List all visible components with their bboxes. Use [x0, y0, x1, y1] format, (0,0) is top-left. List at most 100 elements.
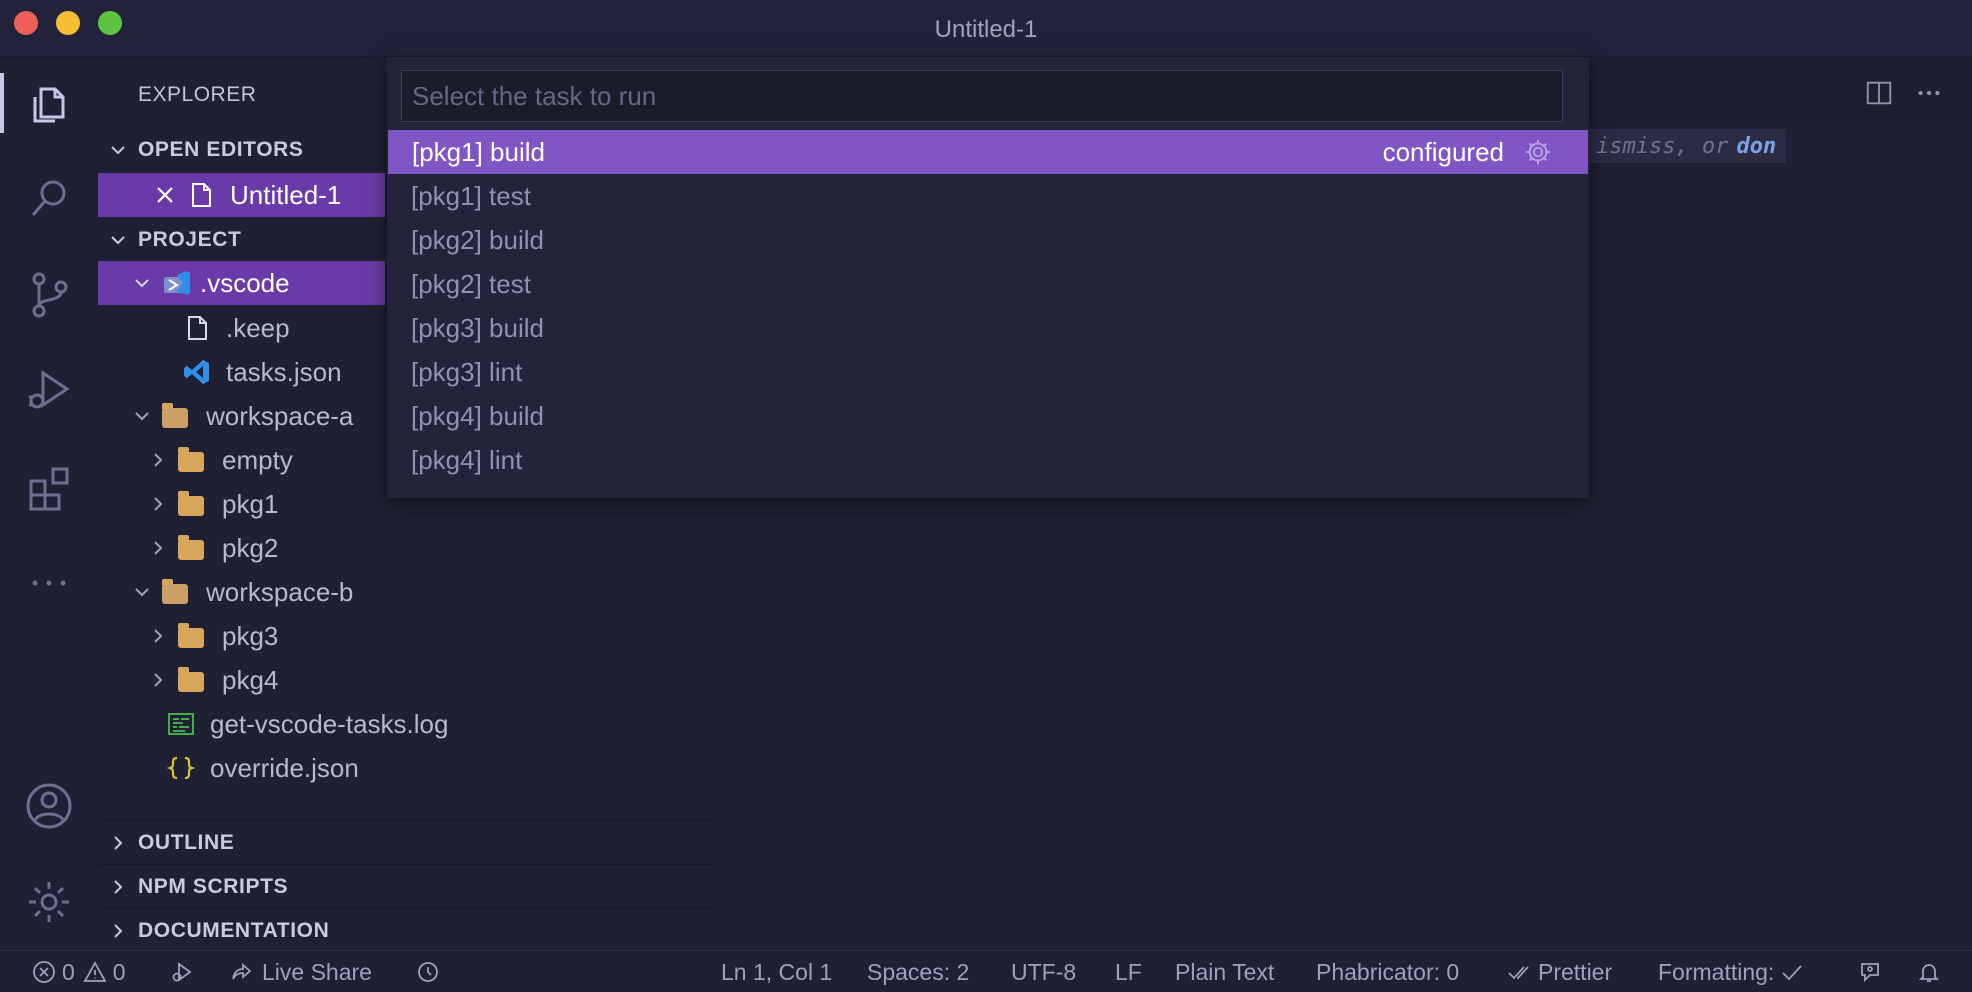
notifications-status[interactable]	[1917, 951, 1941, 992]
chevron-right-icon	[146, 668, 170, 692]
task-quick-pick: [pkg1] build configured [pkg1] test [pkg…	[387, 57, 1589, 498]
debug-icon	[172, 962, 192, 982]
open-editor-item[interactable]: Untitled-1	[98, 173, 385, 217]
status-bar: 0 0 Live Share Ln 1, Col 1 Spaces: 2 UTF…	[0, 950, 1972, 992]
tree-item-pkg4[interactable]: pkg4	[98, 658, 713, 702]
indentation-status[interactable]: Spaces: 2	[867, 951, 969, 992]
task-label: [pkg3] lint	[411, 356, 523, 387]
documentation-section[interactable]: DOCUMENTATION	[98, 908, 713, 952]
task-item[interactable]: [pkg3] build	[387, 306, 1589, 350]
search-icon	[31, 180, 66, 216]
task-item[interactable]: [pkg3] lint	[387, 350, 1589, 394]
section-label: NPM SCRIPTS	[138, 874, 289, 898]
chevron-down-icon	[130, 271, 154, 295]
live-share-status[interactable]: Live Share	[230, 951, 372, 992]
feedback-status[interactable]	[1858, 951, 1882, 992]
check-icon	[1782, 965, 1802, 981]
live-share-label: Live Share	[262, 958, 372, 985]
task-search-input[interactable]	[412, 71, 1562, 121]
editor-hint-text: ismiss, or don	[1586, 129, 1787, 163]
tree-item-log[interactable]: get-vscode-tasks.log	[98, 702, 713, 746]
warning-icon	[83, 961, 107, 982]
tree-item-pkg3[interactable]: pkg3	[98, 614, 713, 658]
feedback-icon	[1861, 963, 1879, 983]
tree-item-pkg2[interactable]: pkg2	[98, 526, 713, 570]
tree-label: workspace-a	[206, 400, 354, 431]
task-label: [pkg4] lint	[411, 444, 523, 475]
tree-item-override-json[interactable]: override.json	[98, 746, 713, 790]
accounts-activity[interactable]	[0, 776, 98, 836]
quick-pick-input-box	[401, 70, 1563, 122]
project-label: PROJECT	[138, 228, 242, 251]
prettier-status[interactable]: Prettier	[1508, 951, 1612, 992]
chevron-right-icon	[146, 536, 170, 560]
chevron-right-icon	[106, 875, 130, 899]
chevron-right-icon	[106, 919, 130, 943]
manage-activity[interactable]	[0, 872, 98, 932]
more-activity[interactable]	[0, 553, 98, 613]
task-label: [pkg1] test	[411, 180, 531, 211]
chevron-right-icon	[106, 831, 130, 855]
task-item[interactable]: [pkg2] test	[387, 262, 1589, 306]
history-status[interactable]	[416, 951, 440, 992]
task-item[interactable]: [pkg1] test	[387, 174, 1589, 218]
ellipsis-icon	[32, 580, 66, 586]
chevron-down-icon	[130, 404, 154, 428]
search-activity[interactable]	[0, 169, 98, 229]
folder-open-icon	[162, 403, 188, 428]
encoding-status[interactable]: UTF-8	[1011, 951, 1076, 992]
cursor-position-status[interactable]: Ln 1, Col 1	[721, 951, 832, 992]
tree-item-workspace-b[interactable]: workspace-b	[98, 570, 713, 614]
folder-icon	[178, 623, 204, 648]
file-icon	[182, 313, 212, 343]
tree-label: workspace-b	[206, 576, 354, 607]
prettier-label: Prettier	[1538, 958, 1613, 985]
problems-status[interactable]: 0 0	[32, 951, 126, 992]
tree-label: pkg3	[222, 620, 279, 651]
formatting-status[interactable]: Formatting:	[1658, 951, 1804, 992]
task-label: [pkg2] build	[411, 224, 544, 255]
extensions-activity[interactable]	[0, 457, 98, 517]
tree-label: tasks.json	[226, 356, 342, 387]
hint-text-bold: don	[1736, 133, 1777, 159]
task-list: [pkg1] build configured [pkg1] test [pkg…	[387, 130, 1589, 482]
hint-text: ismiss, or	[1596, 133, 1729, 159]
task-description: configured	[1382, 136, 1504, 167]
section-label: OUTLINE	[138, 830, 235, 854]
explorer-activity[interactable]	[0, 73, 98, 133]
chevron-right-icon	[146, 448, 170, 472]
run-debug-activity[interactable]	[0, 361, 98, 421]
tree-label: pkg4	[222, 664, 279, 695]
formatting-label: Formatting:	[1658, 958, 1775, 985]
tree-label: empty	[222, 444, 293, 475]
task-item[interactable]: [pkg2] build	[387, 218, 1589, 262]
language-mode-status[interactable]: Plain Text	[1175, 951, 1274, 992]
npm-scripts-section[interactable]: NPM SCRIPTS	[98, 864, 713, 908]
files-icon	[33, 87, 65, 123]
split-editor-icon[interactable]	[1863, 77, 1895, 109]
more-actions-icon[interactable]	[1913, 77, 1945, 109]
outline-section[interactable]: OUTLINE	[98, 820, 713, 864]
open-editor-label: Untitled-1	[230, 179, 342, 210]
task-label: [pkg1] build	[412, 136, 545, 167]
chevron-down-icon	[106, 228, 130, 252]
task-item[interactable]: [pkg1] build configured	[388, 130, 1588, 174]
debug-status[interactable]	[170, 951, 194, 992]
task-item[interactable]: [pkg4] build	[387, 394, 1589, 438]
git-branch-icon	[32, 272, 68, 318]
tree-label: .keep	[226, 312, 290, 343]
configure-task-gear-icon[interactable]	[1522, 136, 1554, 168]
tree-label: pkg1	[222, 488, 279, 519]
eol-status[interactable]: LF	[1115, 951, 1142, 992]
source-control-activity[interactable]	[0, 265, 98, 325]
task-item[interactable]: [pkg4] lint	[387, 438, 1589, 482]
close-icon[interactable]	[150, 180, 180, 210]
live-share-icon	[232, 963, 252, 980]
tree-item-vscode[interactable]: .vscode	[98, 261, 385, 305]
phabricator-status[interactable]: Phabricator: 0	[1316, 951, 1459, 992]
extensions-icon	[29, 467, 69, 511]
task-label: [pkg2] test	[411, 268, 531, 299]
sidebar-title: EXPLORER	[138, 83, 257, 106]
gear-icon	[29, 882, 69, 922]
debug-icon	[29, 370, 70, 409]
